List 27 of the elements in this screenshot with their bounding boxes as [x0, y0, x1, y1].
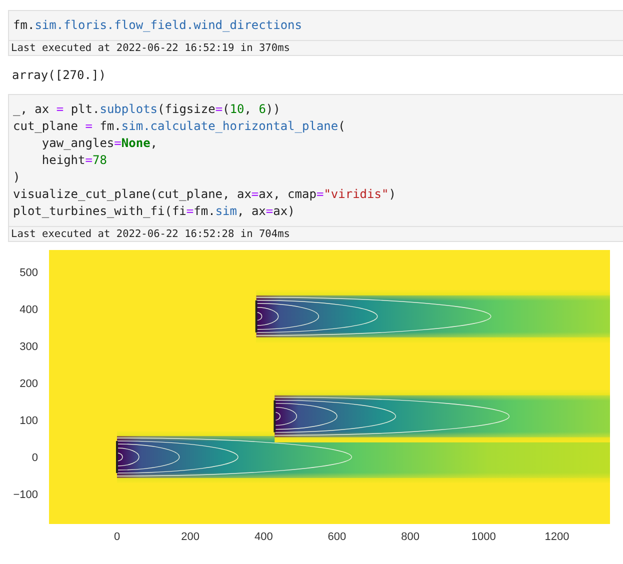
x-tick-label: 400 — [254, 531, 273, 543]
code-line: visualize_cut_plane(cut_plane, ax=ax, cmap="viridis") — [13, 186, 397, 203]
x-tick-label: 0 — [114, 531, 120, 543]
x-tick-label: 600 — [328, 531, 346, 543]
x-tick-label: 200 — [181, 531, 200, 543]
x-tick-label: 1200 — [544, 531, 570, 543]
code-line: plot_turbines_with_fi(fi=fm.sim, ax=ax) — [13, 203, 296, 220]
y-tick-label: 200 — [20, 378, 38, 390]
y-tick-label: −100 — [13, 489, 38, 501]
y-tick-label: 100 — [20, 415, 38, 427]
y-tick-label: 500 — [20, 267, 38, 279]
code-cell[interactable] — [8, 94, 623, 227]
y-tick-label: 300 — [20, 341, 38, 353]
x-tick-label: 1000 — [471, 531, 496, 543]
code-line: cut_plane = fm.sim.calculate_horizontal_plane( — [13, 118, 346, 135]
x-tick-label: 800 — [401, 531, 420, 543]
y-tick-label: 0 — [32, 452, 38, 464]
code-line: fm.sim.floris.flow_field.wind_directions — [13, 17, 303, 34]
code-line: _, ax = plt.subplots(figsize=(10, 6)) — [13, 101, 282, 118]
code-cell[interactable]: fm.sim.floris.flow_field.wind_directions — [8, 10, 623, 41]
y-tick-label: 400 — [20, 304, 38, 316]
code-line: yaw_angles=None, — [40, 135, 159, 152]
cell-output: array([270.]) — [12, 68, 106, 82]
code-line: ) — [13, 169, 22, 186]
execution-info: Last executed at 2022-06-22 16:52:19 in 370ms — [8, 41, 623, 56]
code-line: height=78 — [40, 152, 108, 169]
execution-info: Last executed at 2022-06-22 16:52:28 in 704ms — [8, 227, 623, 242]
